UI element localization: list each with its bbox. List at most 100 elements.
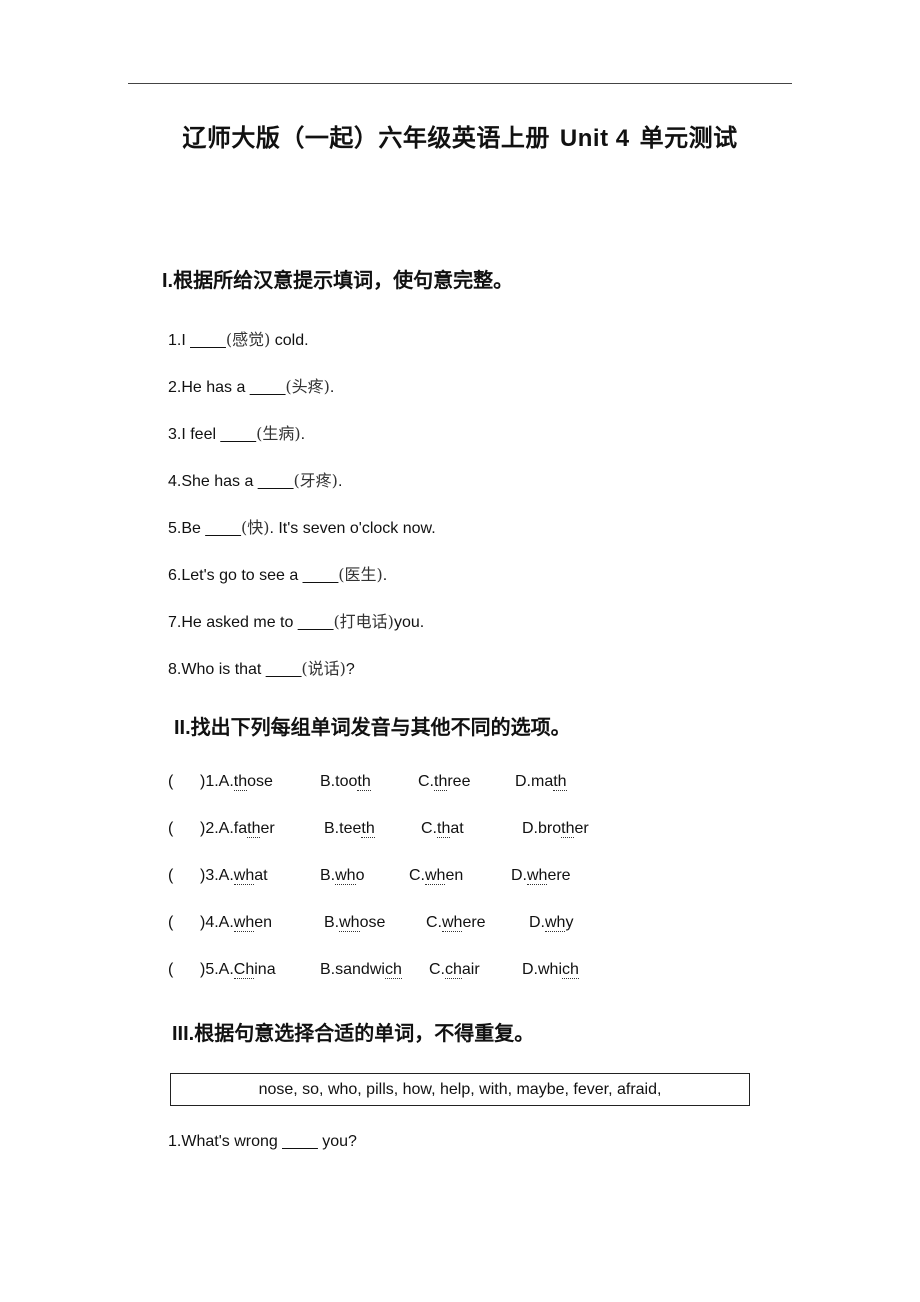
- item-text: 4.She has a ____: [168, 473, 294, 490]
- chinese-hint: (生病): [256, 424, 301, 443]
- word-part: er: [260, 820, 275, 837]
- word-part: tee: [339, 820, 362, 837]
- option-d: D.math: [515, 773, 567, 791]
- underlined-segment: wh: [527, 867, 548, 885]
- item-text: .: [382, 567, 388, 584]
- header-rule: [128, 83, 792, 84]
- option-letter: D.: [515, 773, 531, 790]
- title-suffix: 单元测试: [639, 125, 738, 152]
- underlined-segment: th: [247, 820, 261, 838]
- fill-item: 7.He asked me to ____(打电话)you.: [168, 608, 424, 632]
- answer-bracket[interactable]: (: [168, 820, 173, 838]
- option-a: )5.A.China: [200, 961, 276, 979]
- option-letter: C.: [409, 867, 425, 884]
- item-text: 1.I ____: [168, 332, 226, 349]
- option-letter: A.: [218, 914, 234, 931]
- fill-item: 5.Be ____(快). It's seven o'clock now.: [168, 514, 436, 538]
- word-part: too: [335, 773, 358, 790]
- word-part: ose: [359, 914, 386, 931]
- option-letter: B.: [324, 820, 340, 837]
- pronunciation-question: ()1.A.those B.tooth C.three D.math: [168, 773, 768, 795]
- word-part: y: [565, 914, 574, 931]
- item-text: . It's seven o'clock now.: [269, 520, 436, 537]
- option-letter: B.: [320, 961, 336, 978]
- item-text: cold.: [270, 332, 309, 349]
- title-prefix: 辽师大版（一起）六年级英语上册: [182, 125, 550, 152]
- underlined-segment: Ch: [233, 961, 255, 979]
- option-letter: A.: [218, 773, 234, 790]
- option-c: C.where: [426, 914, 486, 932]
- pronunciation-question: ()5.A.China B.sandwich C.chair D.which: [168, 961, 768, 983]
- fill-item: 1.What's wrong ____ you?: [168, 1133, 357, 1150]
- underlined-segment: th: [233, 773, 248, 791]
- word-part: air: [461, 961, 480, 978]
- option-letter: C.: [429, 961, 445, 978]
- fill-item: 6.Let's go to see a ____(医生).: [168, 561, 387, 585]
- option-b: B.teeth: [324, 820, 375, 838]
- underlined-segment: ch: [562, 961, 579, 979]
- option-letter: D.: [522, 820, 538, 837]
- option-a: )2.A.father: [200, 820, 275, 838]
- option-c: C.three: [418, 773, 470, 791]
- underlined-segment: wh: [442, 914, 463, 932]
- option-b: B.tooth: [320, 773, 371, 791]
- underlined-segment: th: [437, 820, 451, 838]
- word-part: ere: [547, 867, 571, 884]
- answer-bracket[interactable]: (: [168, 914, 173, 932]
- underlined-segment: wh: [545, 914, 566, 932]
- answer-bracket[interactable]: (: [168, 773, 173, 791]
- pronunciation-question: ()2.A.father B.teeth C.that D.brother: [168, 820, 768, 842]
- word-part: sandwi: [335, 961, 385, 978]
- word-part: ina: [254, 961, 276, 978]
- word-part: ose: [247, 773, 273, 790]
- option-letter: B.: [320, 773, 336, 790]
- item-text: ?: [345, 661, 355, 678]
- option-d: D.why: [529, 914, 573, 932]
- section2-heading: II.找出下列每组单词发音与其他不同的选项。: [174, 717, 571, 739]
- option-d: D.where: [511, 867, 571, 885]
- word-part: er: [574, 820, 589, 837]
- item-text: .: [300, 426, 306, 443]
- word-part: en: [254, 914, 273, 931]
- word-part: whi: [538, 961, 563, 978]
- option-letter: A.: [218, 961, 234, 978]
- option-letter: D.: [529, 914, 545, 931]
- underlined-segment: wh: [233, 914, 255, 932]
- page-title: 辽师大版（一起）六年级英语上册 Unit 4 单元测试: [0, 118, 920, 153]
- underlined-segment: th: [357, 773, 371, 791]
- option-c: C.that: [421, 820, 464, 838]
- section3-heading: III.根据句意选择合适的单词，不得重复。: [172, 1023, 535, 1045]
- underlined-segment: wh: [425, 867, 446, 885]
- item-text: 3.I feel ____: [168, 426, 257, 443]
- question-number: )1.: [200, 773, 219, 790]
- option-letter: D.: [511, 867, 527, 884]
- item-text: 7.He asked me to ____: [168, 614, 334, 631]
- option-letter: B.: [324, 914, 340, 931]
- item-text: .: [329, 379, 335, 396]
- answer-bracket[interactable]: (: [168, 961, 173, 979]
- option-d: D.which: [522, 961, 579, 979]
- item-text: .: [337, 473, 343, 490]
- fill-item: 1.I ____(感觉) cold.: [168, 326, 309, 350]
- question-number: )2.: [200, 820, 219, 837]
- word-part: ree: [447, 773, 471, 790]
- underlined-segment: th: [434, 773, 448, 791]
- option-letter: A.: [218, 820, 234, 837]
- underlined-segment: ch: [384, 961, 402, 979]
- answer-bracket[interactable]: (: [168, 867, 173, 885]
- chinese-hint: (牙疼): [293, 471, 338, 490]
- option-a: )3.A.what: [200, 867, 268, 885]
- word-part: fa: [233, 820, 248, 837]
- chinese-hint: (快): [240, 518, 270, 537]
- option-a: )1.A.those: [200, 773, 273, 791]
- underlined-segment: th: [553, 773, 567, 791]
- underlined-segment: th: [561, 820, 575, 838]
- chinese-hint: (医生): [338, 565, 383, 584]
- fill-item: 3.I feel ____(生病).: [168, 420, 305, 444]
- item-text: 2.He has a ____: [168, 379, 286, 396]
- underlined-segment: wh: [335, 867, 356, 885]
- option-b: B.who: [320, 867, 364, 885]
- chinese-hint: (打电话): [333, 612, 394, 631]
- word-part: en: [445, 867, 464, 884]
- fill-item: 4.She has a ____(牙疼).: [168, 467, 342, 491]
